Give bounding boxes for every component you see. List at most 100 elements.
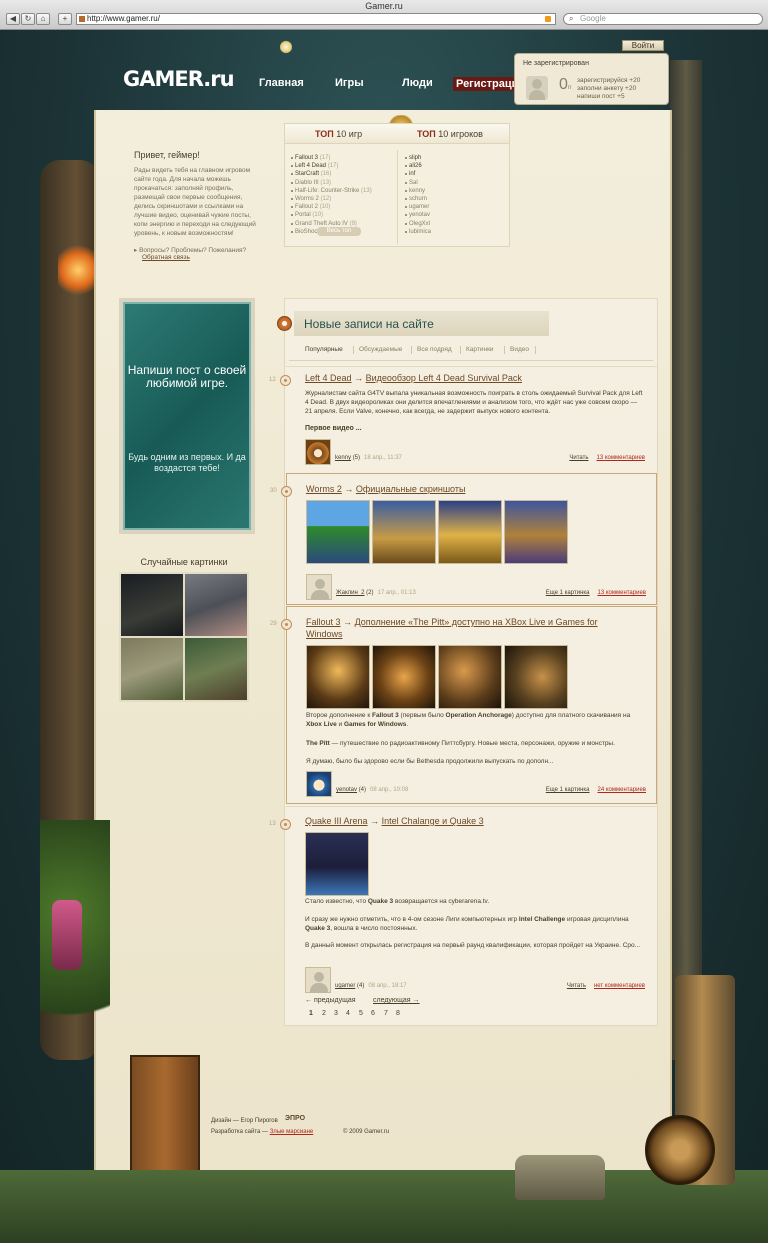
top-game-item[interactable]: Portal (10) <box>291 211 395 219</box>
nav-home[interactable]: Главная <box>259 77 304 89</box>
top-game-item[interactable]: Worms 2 (12) <box>291 195 395 203</box>
top-player-item[interactable]: ali26 <box>405 162 505 170</box>
screenshot-thumb[interactable] <box>305 832 369 896</box>
post-meta: Жаклин_2 (2) 17 апр., 01:13 Еще 1 картинк… <box>306 574 646 600</box>
post-bullet-icon <box>281 486 292 497</box>
top-game-item[interactable]: StarCraft (16) <box>291 170 395 178</box>
screenshot-thumb[interactable] <box>306 645 370 709</box>
rss-icon[interactable] <box>545 16 551 22</box>
reload-icon[interactable]: ↻ <box>21 13 35 25</box>
login-button[interactable]: Войти <box>622 40 664 51</box>
tab-video[interactable]: Видео <box>510 346 529 353</box>
top-player-item[interactable]: inf <box>405 170 505 178</box>
random-picture[interactable] <box>121 574 183 636</box>
page-number[interactable]: 8 <box>396 1010 400 1017</box>
screenshot-thumb[interactable] <box>438 500 502 564</box>
top-games-list: Fallout 3 (17) Left 4 Dead (17) StarCraft … <box>291 154 395 236</box>
top-game-item[interactable]: Half-Life: Counter-Strike (13) <box>291 187 395 195</box>
next-page-link[interactable]: следующая → <box>373 997 420 1004</box>
author-link[interactable]: yenotav <box>336 787 357 793</box>
comments-link[interactable]: 13 комментариев <box>596 455 645 461</box>
tab-all[interactable]: Все подряд <box>417 346 452 353</box>
page-number[interactable]: 4 <box>346 1010 350 1017</box>
more-pictures-link[interactable]: Еще 1 картинка <box>546 787 590 793</box>
top10-panel: ТОП 10 игр ТОП 10 игроков Fallout 3 (17)… <box>284 123 510 247</box>
comments-link[interactable]: 13 комментариев <box>597 590 646 596</box>
post-title-link[interactable]: Видеообзор Left 4 Dead Survival Pack <box>366 373 522 383</box>
post-game-link[interactable]: Fallout 3 <box>306 617 341 627</box>
top-player-item[interactable]: Sal <box>405 179 505 187</box>
post-title-link[interactable]: Intel Chalange и Quake 3 <box>382 816 484 826</box>
tab-separator <box>353 346 354 354</box>
add-bookmark-icon[interactable]: + <box>58 13 72 25</box>
avatar[interactable] <box>306 771 332 797</box>
screenshot-thumb[interactable] <box>306 500 370 564</box>
post-actions: Читать нет комментариев <box>567 983 645 989</box>
avatar[interactable] <box>305 439 331 465</box>
site-logo[interactable]: GAMER.ru <box>123 67 235 91</box>
top-player-item[interactable]: ugamer <box>405 203 505 211</box>
tab-top-games[interactable]: ТОП 10 игр <box>315 129 362 139</box>
page-number[interactable]: 5 <box>359 1010 363 1017</box>
random-picture[interactable] <box>121 638 183 700</box>
comments-link[interactable]: нет комментариев <box>594 983 645 989</box>
post-game-link[interactable]: Left 4 Dead <box>305 373 352 383</box>
promo-banner[interactable]: Напиши пост о своей любимой игре. Будь о… <box>119 298 255 534</box>
comments-link[interactable]: 24 комментариев <box>597 787 646 793</box>
page-number[interactable]: 6 <box>371 1010 375 1017</box>
random-picture[interactable] <box>185 574 247 636</box>
author-link[interactable]: kenny <box>335 455 351 461</box>
post-title-link[interactable]: Официальные скриншоты <box>356 484 466 494</box>
top-game-item[interactable]: Fallout 3 (17) <box>291 154 395 162</box>
screenshot-thumb[interactable] <box>438 645 502 709</box>
page-number[interactable]: 7 <box>384 1010 388 1017</box>
home-icon[interactable]: ⌂ <box>36 13 50 25</box>
avatar[interactable] <box>305 967 331 993</box>
top-player-item[interactable]: schurn <box>405 195 505 203</box>
top-game-item[interactable]: Diablo III (13) <box>291 179 395 187</box>
top-player-item[interactable]: OlegXxl <box>405 220 505 228</box>
screenshot-thumb[interactable] <box>504 500 568 564</box>
prev-page-link[interactable]: ← предыдущая <box>305 997 356 1004</box>
more-pictures-link[interactable]: Еще 1 картинка <box>546 590 590 596</box>
nav-games[interactable]: Игры <box>335 77 364 89</box>
post-excerpt: И сразу же нужно отметить, что в 4-ом се… <box>305 916 629 932</box>
read-link[interactable]: Читать <box>567 983 586 989</box>
top-game-item[interactable]: Left 4 Dead (17) <box>291 162 395 170</box>
random-picture[interactable] <box>185 638 247 700</box>
feedback-link[interactable]: Обратная связь <box>142 254 262 261</box>
post-title: Left 4 Dead → Видеообзор Left 4 Dead Sur… <box>305 372 635 384</box>
read-link[interactable]: Читать <box>569 455 588 461</box>
top-game-item[interactable]: Fallout 2 (10) <box>291 203 395 211</box>
tab-discussed[interactable]: Обсуждаемые <box>359 346 402 353</box>
door-decoration <box>130 1055 200 1175</box>
dev-link[interactable]: Злые марсиане <box>270 1129 314 1135</box>
back-icon[interactable]: ◀ <box>6 13 20 25</box>
page-number[interactable]: 3 <box>334 1010 338 1017</box>
address-bar[interactable]: http://www.gamer.ru/ <box>76 13 556 25</box>
fire-decoration <box>58 240 98 300</box>
tab-top-players[interactable]: ТОП 10 игроков <box>417 129 483 139</box>
screenshot-thumb[interactable] <box>372 645 436 709</box>
tab-pictures[interactable]: Картинки <box>466 346 494 353</box>
top-player-item[interactable]: sliph <box>405 154 505 162</box>
page-number[interactable]: 1 <box>309 1010 313 1017</box>
post-game-link[interactable]: Worms 2 <box>306 484 342 494</box>
page-number[interactable]: 2 <box>322 1010 326 1017</box>
post-game-link[interactable]: Quake III Arena <box>305 816 368 826</box>
top-player-item[interactable]: yenotav <box>405 211 505 219</box>
nav-people[interactable]: Люди <box>402 77 433 89</box>
author-link[interactable]: Жаклин_2 <box>336 590 364 596</box>
top-player-item[interactable]: kenny <box>405 187 505 195</box>
screenshot-thumb[interactable] <box>504 645 568 709</box>
top-player-item[interactable]: lubimica <box>405 228 505 236</box>
tab-popular[interactable]: Популярные <box>305 346 343 353</box>
browser-toolbar: Gamer.ru ◀ ↻ ⌂ + http://www.gamer.ru/ ⌕ … <box>0 0 768 30</box>
all-top-button[interactable]: Весь топ <box>317 227 361 236</box>
author-link[interactable]: ugamer <box>335 983 355 989</box>
search-field[interactable]: ⌕ Google <box>563 13 763 25</box>
screenshot-thumb[interactable] <box>372 500 436 564</box>
designer-logo[interactable]: ЭПРО <box>285 1115 309 1125</box>
avatar[interactable] <box>306 574 332 600</box>
post-more[interactable]: Первое видео ... <box>305 425 362 432</box>
